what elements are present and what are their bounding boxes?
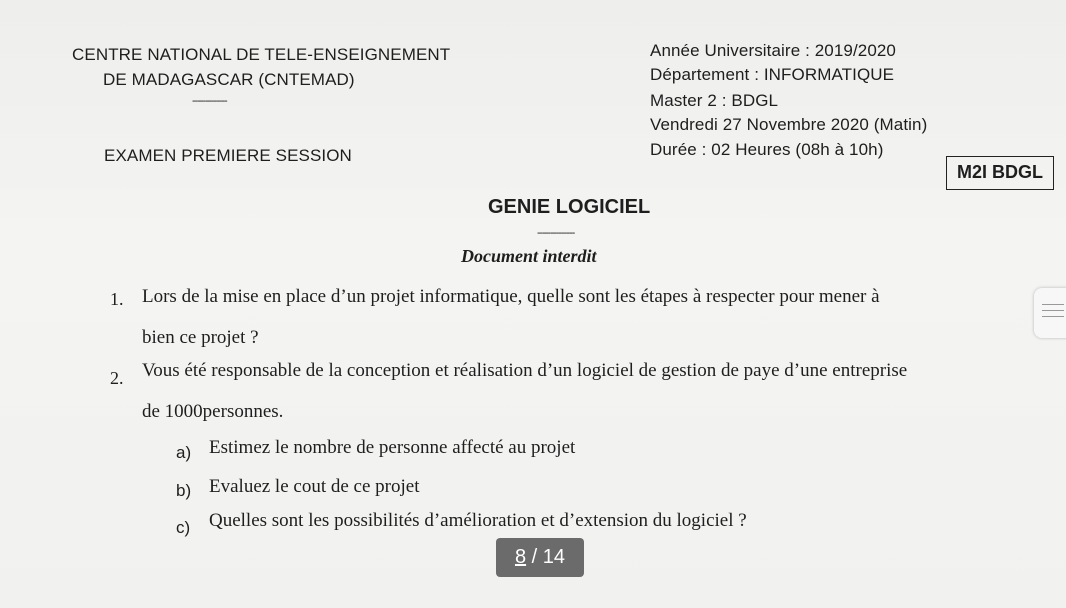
program: Master 2 : BDGL [650, 91, 779, 110]
question-text-line: bien ce projet ? [142, 327, 259, 348]
exam-date: Vendredi 27 Novembre 2020 (Matin) [650, 115, 928, 134]
question-text-line: de 1000personnes. [142, 401, 284, 422]
subquestion-letter: a) [176, 443, 192, 462]
document-notice: Document interdit [461, 246, 597, 266]
page-separator: / [526, 546, 543, 568]
page-indicator[interactable]: 8 / 14 [496, 538, 584, 577]
institution-name-line2: DE MADAGASCAR (CNTEMAD) [103, 70, 355, 89]
academic-year: Année Universitaire : 2019/2020 [650, 41, 896, 60]
question-text-line: Vous été responsable de la conception et… [142, 360, 908, 381]
question-number: 2. [110, 368, 124, 388]
subquestion-text: Estimez le nombre de personne affecté au… [209, 437, 576, 458]
scroll-handle[interactable] [1034, 288, 1066, 338]
exam-code-badge: M2I BDGL [946, 156, 1054, 190]
document-page: CENTRE NATIONAL DE TELE-ENSEIGNEMENT DE … [0, 0, 1066, 608]
institution-name-line1: CENTRE NATIONAL DE TELE-ENSEIGNEMENT [72, 45, 451, 64]
total-pages: 14 [542, 546, 566, 568]
subquestion-letter: c) [176, 518, 191, 537]
exam-session: EXAMEN PREMIERE SESSION [104, 146, 352, 165]
subquestion-text: Evaluez le cout de ce projet [209, 476, 420, 497]
title-divider: -------------- [537, 227, 575, 239]
header-divider: ------------- [192, 95, 228, 107]
question-number: 1. [110, 289, 124, 309]
subquestion-letter: b) [176, 481, 192, 500]
exam-title: GENIE LOGICIEL [488, 196, 651, 218]
exam-duration: Durée : 02 Heures (08h à 10h) [650, 140, 884, 159]
question-text-line: Lors de la mise en place d’un projet inf… [142, 286, 880, 307]
current-page-number: 8 [514, 546, 527, 568]
department: Département : INFORMATIQUE [650, 65, 895, 84]
subquestion-text: Quelles sont les possibilités d’améliora… [209, 510, 747, 531]
